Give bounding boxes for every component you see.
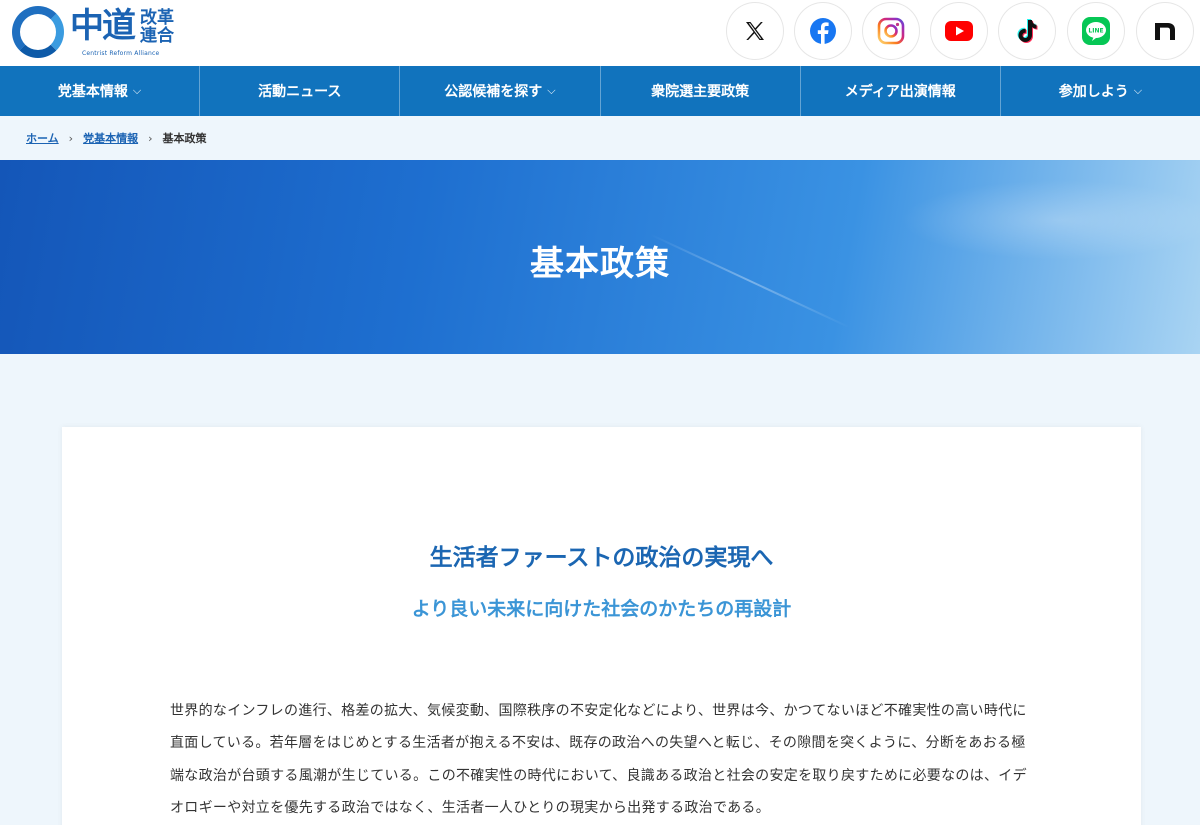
facebook-icon[interactable] <box>795 3 851 59</box>
nav-item-label: メディア出演情報 <box>844 84 956 100</box>
breadcrumb-separator-icon: › <box>68 131 74 145</box>
breadcrumb: ホーム › 党基本情報 › 基本政策 <box>26 130 206 146</box>
nav-item-join[interactable]: 参加しよう ⌵ <box>1001 66 1200 116</box>
youtube-icon[interactable] <box>931 3 987 59</box>
content-card: 生活者ファーストの政治の実現へ より良い未来に向けた社会のかたちの再設計 世界的… <box>62 427 1141 825</box>
nav-item-party-info[interactable]: 党基本情報 ⌵ <box>0 66 201 116</box>
instagram-icon[interactable] <box>863 3 919 59</box>
section-heading: 生活者ファーストの政治の実現へ <box>429 545 774 571</box>
chevron-down-icon: ⌵ <box>132 84 142 97</box>
intro-paragraph: 世界的なインフレの進行、格差の拡大、気候変動、国際秩序の不安定化などにより、世界… <box>170 703 1027 816</box>
section-subheading: より良い未来に向けた社会のかたちの再設計 <box>411 598 792 620</box>
nav-item-news[interactable]: 活動ニュース <box>200 66 401 116</box>
note-icon[interactable] <box>1137 3 1193 59</box>
breadcrumb-parent-link[interactable]: 党基本情報 <box>83 130 138 146</box>
page-title: 基本政策 <box>530 244 670 284</box>
chevron-down-icon: ⌵ <box>1133 84 1143 97</box>
svg-text:LINE: LINE <box>1088 28 1103 35</box>
logo-tagline: Centrist Reform Alliance <box>82 50 160 57</box>
logo-sub-text: 改革連合 <box>140 8 174 46</box>
nav-item-label: 党基本情報 <box>57 84 128 100</box>
logo-ring-icon <box>12 6 64 58</box>
nav-item-label: 公認候補を探す <box>444 84 543 100</box>
site-header: 中道 改革連合 Centrist Reform Alliance LINE <box>0 0 1200 66</box>
page-hero: 基本政策 <box>0 160 1200 354</box>
line-icon[interactable]: LINE <box>1068 3 1124 59</box>
nav-item-election-policy[interactable]: 衆院選主要政策 <box>601 66 801 116</box>
logo-main-text: 中道 <box>70 6 136 46</box>
breadcrumb-current: 基本政策 <box>162 132 207 145</box>
nav-item-media[interactable]: メディア出演情報 <box>801 66 1001 116</box>
x-icon[interactable] <box>727 3 783 59</box>
global-nav: 党基本情報 ⌵ 活動ニュース 公認候補を探す ⌵ 衆院選主要政策 メディア出演情… <box>0 66 1200 116</box>
site-logo[interactable]: 中道 改革連合 Centrist Reform Alliance <box>12 4 187 60</box>
chevron-down-icon: ⌵ <box>547 84 556 97</box>
breadcrumb-home-link[interactable]: ホーム <box>26 130 59 146</box>
nav-item-label: 衆院選主要政策 <box>651 84 750 100</box>
tiktok-icon[interactable] <box>999 3 1055 59</box>
breadcrumb-separator-icon: › <box>148 131 153 145</box>
nav-item-label: 活動ニュース <box>258 84 342 100</box>
nav-item-candidates[interactable]: 公認候補を探す ⌵ <box>400 66 601 116</box>
nav-item-label: 参加しよう <box>1058 84 1129 100</box>
